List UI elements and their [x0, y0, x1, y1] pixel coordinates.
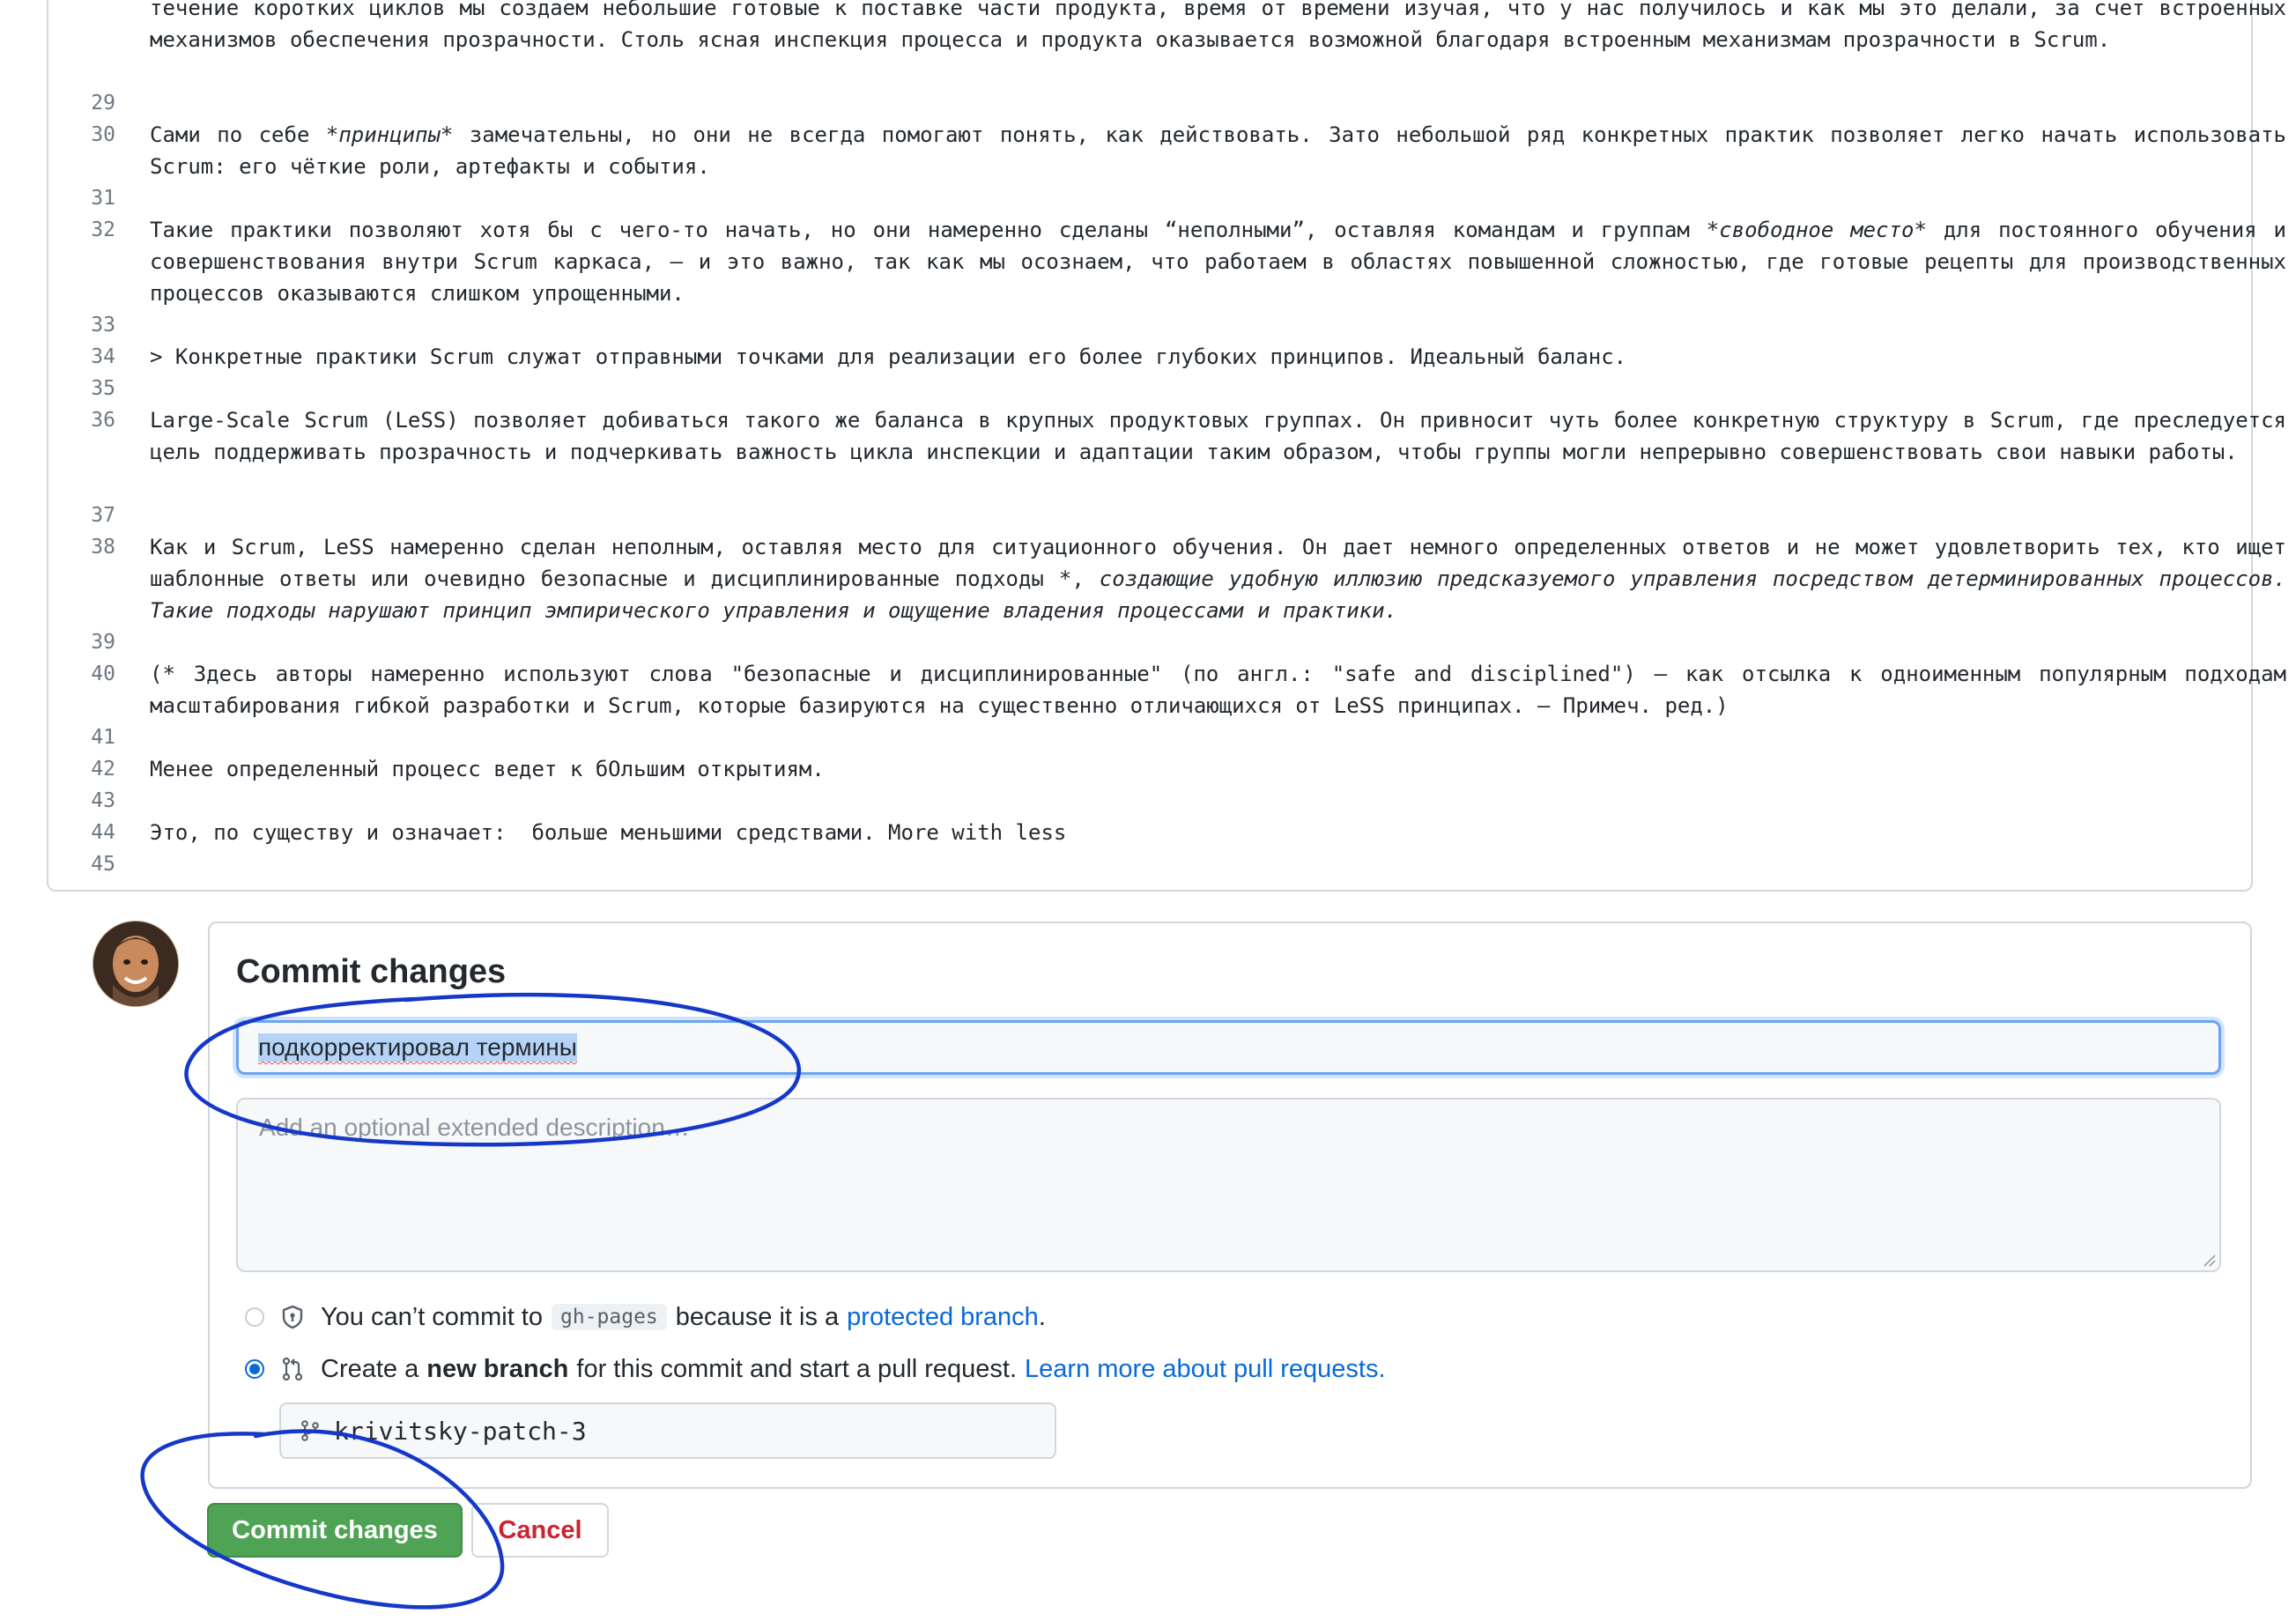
line-content: > Конкретные практики Scrum служат отпра… — [150, 341, 2286, 373]
branch-name-input[interactable]: krivitsky-patch-3 — [279, 1403, 1056, 1459]
text-segment: Сами по себе — [150, 122, 326, 147]
git-branch-icon — [301, 1420, 319, 1441]
line-content: течение коротких циклов мы создаем небол… — [150, 0, 2286, 56]
avatar — [93, 921, 179, 1007]
line-number: 37 — [91, 504, 115, 527]
line-number: 29 — [91, 92, 115, 115]
line-number: 44 — [91, 821, 115, 844]
commit-changes-button[interactable]: Commit changes — [207, 1503, 463, 1558]
file-editor[interactable]: течение коротких циклов мы создаем небол… — [47, 0, 2286, 892]
line-number: 36 — [91, 409, 115, 432]
line-number: 33 — [91, 314, 115, 337]
text-segment: Такие практики позволяют хотя бы с чего-… — [150, 218, 1707, 242]
avatar-portrait — [93, 922, 178, 1006]
resize-handle-icon[interactable] — [2202, 1253, 2216, 1267]
line-number: 30 — [91, 123, 115, 146]
radio-commit-direct[interactable] — [245, 1307, 264, 1327]
line-number: 31 — [91, 187, 115, 210]
line-number: 42 — [91, 758, 115, 781]
commit-description-placeholder: Add an optional extended description… — [259, 1114, 690, 1141]
protected-branch-link[interactable]: protected branch — [847, 1303, 1039, 1332]
line-number: 38 — [91, 536, 115, 559]
line-content: Это, по существу и означает: больше мень… — [150, 817, 2286, 848]
text-segment: Это, по существу и означает: больше мень… — [150, 820, 1067, 845]
radio-create-new-branch[interactable] — [245, 1359, 264, 1379]
line-number: 35 — [91, 377, 115, 400]
line-content: Такие практики позволяют хотя бы с чего-… — [150, 214, 2286, 309]
commit-form-title: Commit changes — [236, 953, 507, 990]
text-segment: течение коротких циклов мы создаем небол… — [150, 0, 2286, 52]
line-content: Менее определенный процесс ведет к бОльш… — [150, 753, 2286, 785]
cancel-button[interactable]: Cancel — [471, 1503, 609, 1558]
shield-lock-icon — [282, 1305, 303, 1329]
text-segment: Менее определенный процесс ведет к бОльш… — [150, 757, 825, 781]
line-number: 41 — [91, 726, 115, 749]
new-branch-prefix: Create a — [321, 1354, 419, 1383]
line-number: 32 — [91, 218, 115, 241]
line-content: (* Здесь авторы намеренно используют сло… — [150, 658, 2286, 722]
protected-message-suffix: . — [1038, 1302, 1046, 1331]
text-segment: > Конкретные практики Scrum служат отпра… — [150, 344, 1627, 369]
line-number: 34 — [91, 345, 115, 368]
line-content: Large-Scale Scrum (LeSS) позволяет добив… — [150, 404, 2286, 468]
line-number: 43 — [91, 789, 115, 812]
commit-summary-value: подкорректировал термины — [258, 1033, 577, 1062]
text-segment: Large-Scale Scrum (LeSS) позволяет добив… — [150, 408, 2286, 464]
new-branch-middle: for this commit and start a pull request… — [576, 1354, 1018, 1383]
commit-summary-input[interactable]: подкорректировал термины — [236, 1020, 2221, 1075]
commit-description-textarea[interactable]: Add an optional extended description… — [236, 1098, 2221, 1272]
branch-name-value: krivitsky-patch-3 — [334, 1416, 587, 1446]
protected-branch-message: You can’t commit to gh-pages because it … — [321, 1299, 1046, 1335]
learn-more-pull-requests-link[interactable]: Learn more about pull requests. — [1025, 1355, 1385, 1384]
text-segment: замечательны, но они не всегда помогают … — [150, 122, 2286, 179]
line-number: 39 — [91, 631, 115, 654]
line-number: 40 — [91, 662, 115, 685]
line-content: Как и Scrum, LeSS намеренно сделан непол… — [150, 531, 2286, 626]
text-segment: (* Здесь авторы намеренно используют сло… — [150, 662, 2286, 718]
italic-text: *свободное место* — [1706, 218, 1927, 242]
new-branch-message: Create a new branch for this commit and … — [321, 1351, 1386, 1387]
protected-message-prefix: You can’t commit to — [321, 1302, 543, 1331]
italic-text: *принципы* — [325, 122, 454, 147]
git-pull-request-icon — [282, 1357, 303, 1381]
line-number: 45 — [91, 853, 115, 876]
new-branch-bold: new branch — [426, 1354, 569, 1383]
protected-branch-name: gh-pages — [552, 1304, 667, 1330]
line-content: Сами по себе *принципы* замечательны, но… — [150, 119, 2286, 182]
protected-message-middle: because it is a — [675, 1302, 840, 1331]
